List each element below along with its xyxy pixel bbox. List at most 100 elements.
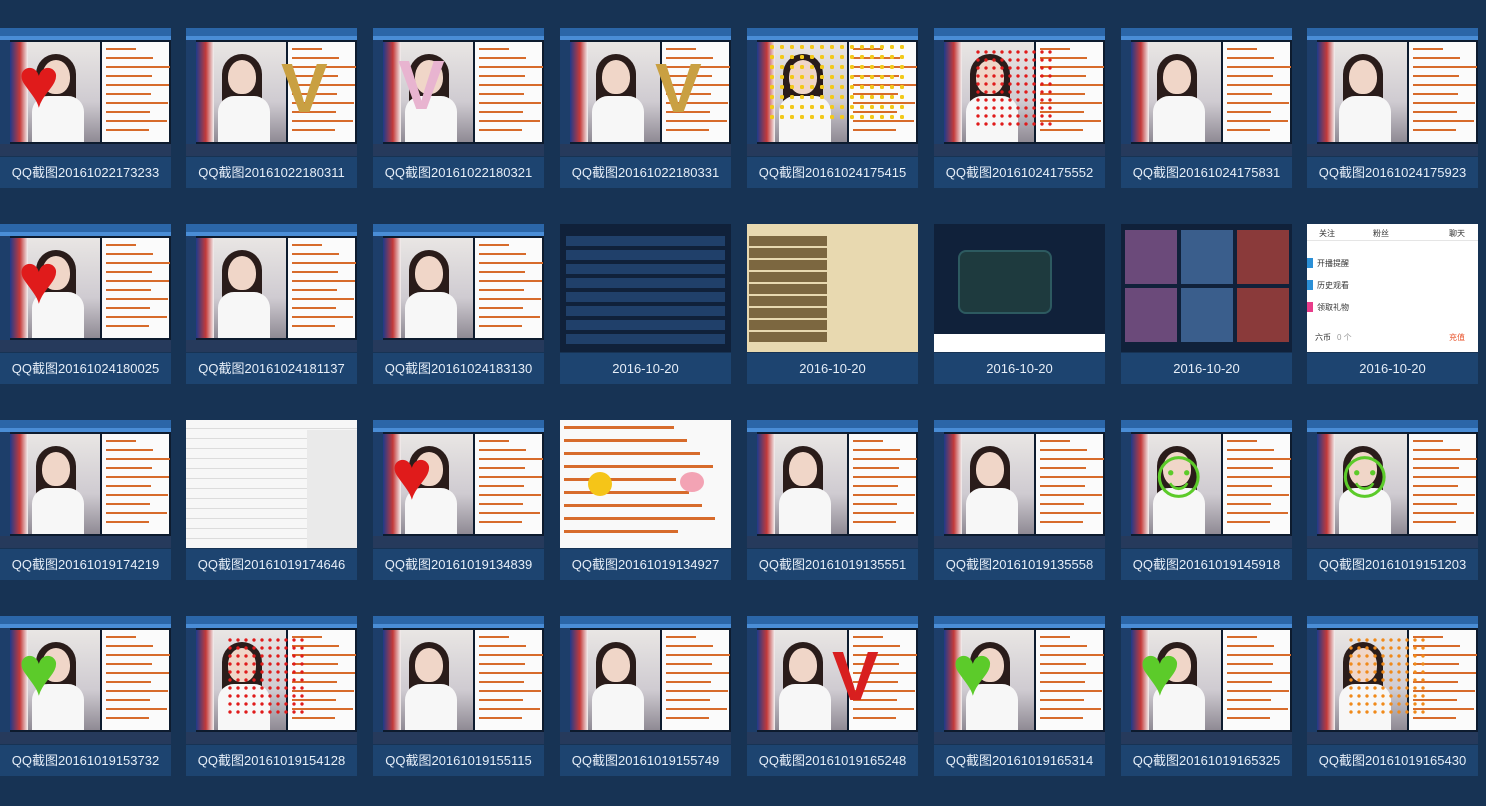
gallery-tile[interactable]: V QQ截图20161022180321 — [373, 28, 544, 188]
thumbnail-caption[interactable]: QQ截图20161019135558 — [934, 549, 1105, 580]
thumbnail-image[interactable] — [934, 28, 1105, 156]
thumbnail-image[interactable] — [1307, 616, 1478, 744]
thumbnail-image[interactable] — [373, 224, 544, 352]
thumbnail-caption[interactable]: QQ截图20161019134927 — [560, 549, 731, 580]
gallery-tile[interactable]: 关注 粉丝 聊天 开播提醒 历史观看 领取礼物 六币 0 个 充值 2016-10-20 — [1307, 224, 1478, 384]
gallery-tile[interactable]: QQ截图20161024175831 — [1121, 28, 1292, 188]
thumbnail-caption[interactable]: QQ截图20161019135551 — [747, 549, 918, 580]
gallery-tile[interactable]: QQ截图20161019155115 — [373, 616, 544, 776]
thumbnail-image[interactable] — [186, 616, 357, 744]
gallery-tile[interactable]: ♥ QQ截图20161024180025 — [0, 224, 171, 384]
thumbnail-caption[interactable]: QQ截图20161019155749 — [560, 745, 731, 776]
thumbnail-caption[interactable]: QQ截图20161024183130 — [373, 353, 544, 384]
thumbnail-caption[interactable]: QQ截图20161022180311 — [186, 157, 357, 188]
gallery-tile[interactable]: ♥ QQ截图20161019165314 — [934, 616, 1105, 776]
thumbnail-caption[interactable]: QQ截图20161022180321 — [373, 157, 544, 188]
gallery-tile[interactable]: QQ截图20161019134927 — [560, 420, 731, 580]
gallery-tile[interactable]: V QQ截图20161022180311 — [186, 28, 357, 188]
thumbnail-image[interactable]: ♥ — [0, 224, 171, 352]
thumbnail-image[interactable]: ♥ — [373, 420, 544, 548]
gallery-tile[interactable]: ☺ QQ截图20161019151203 — [1307, 420, 1478, 580]
gallery-tile[interactable]: QQ截图20161024175415 — [747, 28, 918, 188]
gallery-tile[interactable]: QQ截图20161019174219 — [0, 420, 171, 580]
gallery-tile[interactable]: ☺ QQ截图20161019145918 — [1121, 420, 1292, 580]
thumbnail-image[interactable] — [747, 224, 918, 352]
thumbnail-image[interactable]: V — [186, 28, 357, 156]
thumbnail-image[interactable]: ☺ — [1121, 420, 1292, 548]
thumbnail-caption[interactable]: QQ截图20161019154128 — [186, 745, 357, 776]
thumbnail-image[interactable]: ☺ — [1307, 420, 1478, 548]
thumbnail-image[interactable] — [934, 224, 1105, 352]
thumbnail-image[interactable] — [186, 224, 357, 352]
thumbnail-image[interactable] — [373, 616, 544, 744]
thumbnail-image[interactable] — [747, 28, 918, 156]
thumbnail-image[interactable]: ♥ — [0, 28, 171, 156]
thumbnail-caption[interactable]: QQ截图20161019165325 — [1121, 745, 1292, 776]
thumbnail-image[interactable] — [560, 224, 731, 352]
thumbnail-caption[interactable]: QQ截图20161019174646 — [186, 549, 357, 580]
thumbnail-image[interactable] — [0, 420, 171, 548]
thumbnail-image[interactable]: ♥ — [0, 616, 171, 744]
thumbnail-image[interactable] — [1121, 224, 1292, 352]
thumbnail-image[interactable]: ♥ — [1121, 616, 1292, 744]
gallery-tile[interactable]: QQ截图20161024181137 — [186, 224, 357, 384]
thumbnail-caption[interactable]: QQ截图20161019165248 — [747, 745, 918, 776]
gallery-tile[interactable]: ♥ QQ截图20161022173233 — [0, 28, 171, 188]
thumbnail-caption[interactable]: QQ截图20161019155115 — [373, 745, 544, 776]
thumbnail-image[interactable] — [747, 420, 918, 548]
thumbnail-image[interactable] — [186, 420, 357, 548]
thumbnail-caption[interactable]: QQ截图20161024175831 — [1121, 157, 1292, 188]
thumbnail-caption[interactable]: QQ截图20161024175415 — [747, 157, 918, 188]
thumbnail-caption[interactable]: 2016-10-20 — [1121, 353, 1292, 384]
thumbnail-caption[interactable]: QQ截图20161022180331 — [560, 157, 731, 188]
thumbnail-caption[interactable]: QQ截图20161024175552 — [934, 157, 1105, 188]
window-titlebar — [1121, 28, 1292, 36]
gallery-tile[interactable]: V QQ截图20161019165248 — [747, 616, 918, 776]
gallery-tile[interactable]: QQ截图20161019135551 — [747, 420, 918, 580]
thumbnail-image[interactable]: ♥ — [934, 616, 1105, 744]
gallery-tile[interactable]: QQ截图20161024175923 — [1307, 28, 1478, 188]
thumbnail-caption[interactable]: QQ截图20161019151203 — [1307, 549, 1478, 580]
gallery-tile[interactable]: 2016-10-20 — [560, 224, 731, 384]
thumbnail-caption[interactable]: QQ截图20161024175923 — [1307, 157, 1478, 188]
gallery-tile[interactable]: QQ截图20161019154128 — [186, 616, 357, 776]
thumbnail-caption[interactable]: QQ截图20161019145918 — [1121, 549, 1292, 580]
thumbnail-image[interactable]: V — [560, 28, 731, 156]
gallery-tile[interactable]: 2016-10-20 — [934, 224, 1105, 384]
thumbnail-image[interactable]: V — [747, 616, 918, 744]
gallery-tile[interactable]: QQ截图20161019155749 — [560, 616, 731, 776]
thumbnail-caption[interactable]: QQ截图20161019174219 — [0, 549, 171, 580]
thumbnail-image[interactable] — [1121, 28, 1292, 156]
thumbnail-caption[interactable]: QQ截图20161019165430 — [1307, 745, 1478, 776]
thumbnail-image[interactable]: 关注 粉丝 聊天 开播提醒 历史观看 领取礼物 六币 0 个 充值 — [1307, 224, 1478, 352]
thumbnail-caption[interactable]: 2016-10-20 — [560, 353, 731, 384]
thumbnail-caption[interactable]: QQ截图20161024181137 — [186, 353, 357, 384]
chat-line — [853, 485, 898, 487]
gallery-tile[interactable]: 2016-10-20 — [747, 224, 918, 384]
gallery-tile[interactable]: QQ截图20161024175552 — [934, 28, 1105, 188]
thumbnail-caption[interactable]: QQ截图20161024180025 — [0, 353, 171, 384]
thumbnail-caption[interactable]: QQ截图20161019165314 — [934, 745, 1105, 776]
thumbnail-caption[interactable]: QQ截图20161022173233 — [0, 157, 171, 188]
thumbnail-caption[interactable]: QQ截图20161019134839 — [373, 549, 544, 580]
thumbnail-image[interactable] — [1307, 28, 1478, 156]
thumbnail-image[interactable] — [560, 420, 731, 548]
gallery-tile[interactable]: QQ截图20161019174646 — [186, 420, 357, 580]
thumbnail-caption[interactable]: 2016-10-20 — [1307, 353, 1478, 384]
chat-line — [1413, 458, 1477, 460]
thumbnail-image[interactable] — [934, 420, 1105, 548]
gallery-tile[interactable]: QQ截图20161024183130 — [373, 224, 544, 384]
gallery-tile[interactable]: ♥ QQ截图20161019134839 — [373, 420, 544, 580]
gallery-tile[interactable]: V QQ截图20161022180331 — [560, 28, 731, 188]
thumbnail-image[interactable] — [560, 616, 731, 744]
thumbnail-caption[interactable]: QQ截图20161019153732 — [0, 745, 171, 776]
curtain — [383, 630, 401, 730]
gallery-tile[interactable]: ♥ QQ截图20161019165325 — [1121, 616, 1292, 776]
gallery-tile[interactable]: 2016-10-20 — [1121, 224, 1292, 384]
thumbnail-caption[interactable]: 2016-10-20 — [934, 353, 1105, 384]
thumbnail-image[interactable]: V — [373, 28, 544, 156]
gallery-tile[interactable]: QQ截图20161019135558 — [934, 420, 1105, 580]
gallery-tile[interactable]: QQ截图20161019165430 — [1307, 616, 1478, 776]
thumbnail-caption[interactable]: 2016-10-20 — [747, 353, 918, 384]
gallery-tile[interactable]: ♥ QQ截图20161019153732 — [0, 616, 171, 776]
